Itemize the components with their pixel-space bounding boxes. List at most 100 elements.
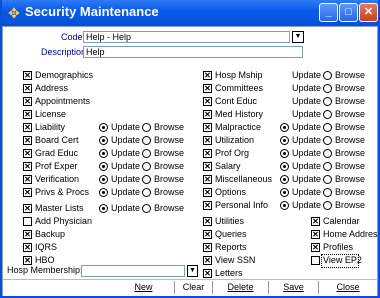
checkbox-options[interactable]: ✕ xyxy=(203,188,212,197)
checkbox-med-history[interactable]: ✕ xyxy=(203,110,212,119)
radio-med-history-browse[interactable] xyxy=(323,110,332,119)
close-button[interactable]: Close xyxy=(319,281,377,294)
radio-verification-browse[interactable] xyxy=(142,175,151,184)
radio-board-cert-update-label: Update xyxy=(111,135,141,145)
save-button[interactable]: Save xyxy=(269,281,319,294)
checkbox-committees[interactable]: ✕ xyxy=(203,84,212,93)
checkbox-profiles[interactable]: ✕ xyxy=(311,243,320,252)
radio-prof-org-browse[interactable] xyxy=(323,149,332,158)
radio-grad-educ-browse[interactable] xyxy=(142,149,151,158)
radio-master-lists-browse[interactable] xyxy=(142,204,151,213)
radio-personal-info-update[interactable] xyxy=(280,201,289,210)
radio-utilization-browse[interactable] xyxy=(323,136,332,145)
checkbox-privs-procs-label: Privs & Procs xyxy=(35,187,90,197)
radio-personal-info-browse[interactable] xyxy=(323,201,332,210)
checkbox-prof-org-label: Prof Org xyxy=(215,148,250,158)
radio-options-browse-label: Browse xyxy=(335,187,366,197)
checkbox-demographics[interactable]: ✕ xyxy=(23,71,32,80)
checkbox-board-cert[interactable]: ✕ xyxy=(23,136,32,145)
radio-prof-exper-update[interactable] xyxy=(99,162,108,171)
checkbox-cont-educ[interactable]: ✕ xyxy=(203,97,212,106)
close-window-button[interactable]: ✕ xyxy=(359,3,378,22)
checkbox-queries[interactable]: ✕ xyxy=(203,230,212,239)
close-button-label: Close xyxy=(336,282,360,292)
new-button[interactable]: New xyxy=(113,281,175,294)
minimize-button[interactable]: _ xyxy=(319,3,338,22)
checkbox-utilities[interactable]: ✕ xyxy=(203,217,212,226)
maximize-button[interactable]: □ xyxy=(339,3,358,22)
radio-utilization-update[interactable] xyxy=(280,136,289,145)
checkbox-view-ssn[interactable]: ✕ xyxy=(203,256,212,265)
checkbox-address-label: Address xyxy=(35,83,69,93)
checkbox-master-lists-label: Master Lists xyxy=(35,203,84,213)
radio-grad-educ-update[interactable] xyxy=(99,149,108,158)
radio-utilization-update-label: Update xyxy=(292,135,322,145)
checkbox-prof-org[interactable]: ✕ xyxy=(203,149,212,158)
checkbox-liability[interactable]: ✕ xyxy=(23,123,32,132)
radio-prof-exper-update-label: Update xyxy=(111,161,141,171)
radio-miscellaneous-update[interactable] xyxy=(280,175,289,184)
radio-salary-browse[interactable] xyxy=(323,162,332,171)
radio-master-lists-browse-label: Browse xyxy=(154,203,185,213)
radio-master-lists-update[interactable] xyxy=(99,204,108,213)
checkbox-view-ep2[interactable] xyxy=(311,256,320,265)
title-bar[interactable]: ✥ Security Maintenance _ □ ✕ xyxy=(2,0,378,26)
checkbox-letters-label: Letters xyxy=(215,268,243,278)
checkbox-prof-exper-label: Prof Exper xyxy=(35,161,78,171)
delete-button[interactable]: Delete xyxy=(213,281,269,294)
radio-prof-org-update[interactable] xyxy=(280,149,289,158)
checkbox-calendar[interactable]: ✕ xyxy=(311,217,320,226)
radio-prof-exper-browse[interactable] xyxy=(142,162,151,171)
checkbox-committees-label: Committees xyxy=(215,83,264,93)
checkbox-verification[interactable]: ✕ xyxy=(23,175,32,184)
checkbox-utilities-label: Utilities xyxy=(215,216,245,226)
checkbox-backup[interactable]: ✕ xyxy=(23,230,32,239)
code-combobox[interactable]: Help - Help xyxy=(83,31,290,43)
checkbox-address[interactable]: ✕ xyxy=(23,84,32,93)
clear-button[interactable]: Clear xyxy=(175,281,213,294)
radio-committees-browse[interactable] xyxy=(323,84,332,93)
radio-options-browse[interactable] xyxy=(323,188,332,197)
checkbox-hosp-mship[interactable]: ✕ xyxy=(203,71,212,80)
radio-salary-update[interactable] xyxy=(280,162,289,171)
radio-privs-procs-update[interactable] xyxy=(99,188,108,197)
checkbox-malpractice[interactable]: ✕ xyxy=(203,123,212,132)
radio-malpractice-update[interactable] xyxy=(280,123,289,132)
radio-verification-update[interactable] xyxy=(99,175,108,184)
radio-liability-browse-label: Browse xyxy=(154,122,185,132)
save-button-label: Save xyxy=(283,282,304,292)
radio-privs-procs-browse[interactable] xyxy=(142,188,151,197)
checkbox-personal-info[interactable]: ✕ xyxy=(203,201,212,210)
checkbox-prof-exper[interactable]: ✕ xyxy=(23,162,32,171)
radio-liability-browse[interactable] xyxy=(142,123,151,132)
code-dropdown-button[interactable]: ▼ xyxy=(292,31,304,43)
checkbox-appointments[interactable]: ✕ xyxy=(23,97,32,106)
radio-cont-educ-browse[interactable] xyxy=(323,97,332,106)
checkbox-miscellaneous[interactable]: ✕ xyxy=(203,175,212,184)
chevron-down-icon: ▼ xyxy=(294,33,302,40)
checkbox-home-address-label: Home Address xyxy=(323,229,380,239)
radio-board-cert-update[interactable] xyxy=(99,136,108,145)
description-field[interactable]: Help xyxy=(83,46,303,58)
radio-board-cert-browse[interactable] xyxy=(142,136,151,145)
checkbox-license[interactable]: ✕ xyxy=(23,110,32,119)
checkbox-master-lists[interactable]: ✕ xyxy=(23,204,32,213)
checkbox-iqrs[interactable]: ✕ xyxy=(23,243,32,252)
radio-liability-update[interactable] xyxy=(99,123,108,132)
checkbox-hbo[interactable]: ✕ xyxy=(23,256,32,265)
checkbox-letters[interactable]: ✕ xyxy=(203,269,212,278)
checkbox-add-physician[interactable] xyxy=(23,217,32,226)
checkbox-privs-procs[interactable]: ✕ xyxy=(23,188,32,197)
checkbox-grad-educ[interactable]: ✕ xyxy=(23,149,32,158)
radio-malpractice-browse[interactable] xyxy=(323,123,332,132)
radio-hosp-mship-browse[interactable] xyxy=(323,71,332,80)
radio-options-update[interactable] xyxy=(280,188,289,197)
radio-med-history-browse-label: Browse xyxy=(335,109,366,119)
checkbox-reports[interactable]: ✕ xyxy=(203,243,212,252)
hosp-membership-combobox[interactable] xyxy=(81,265,185,277)
checkbox-salary[interactable]: ✕ xyxy=(203,162,212,171)
radio-miscellaneous-browse[interactable] xyxy=(323,175,332,184)
checkbox-home-address[interactable]: ✕ xyxy=(311,230,320,239)
hosp-membership-dropdown-button[interactable]: ▼ xyxy=(187,265,198,277)
checkbox-utilization[interactable]: ✕ xyxy=(203,136,212,145)
